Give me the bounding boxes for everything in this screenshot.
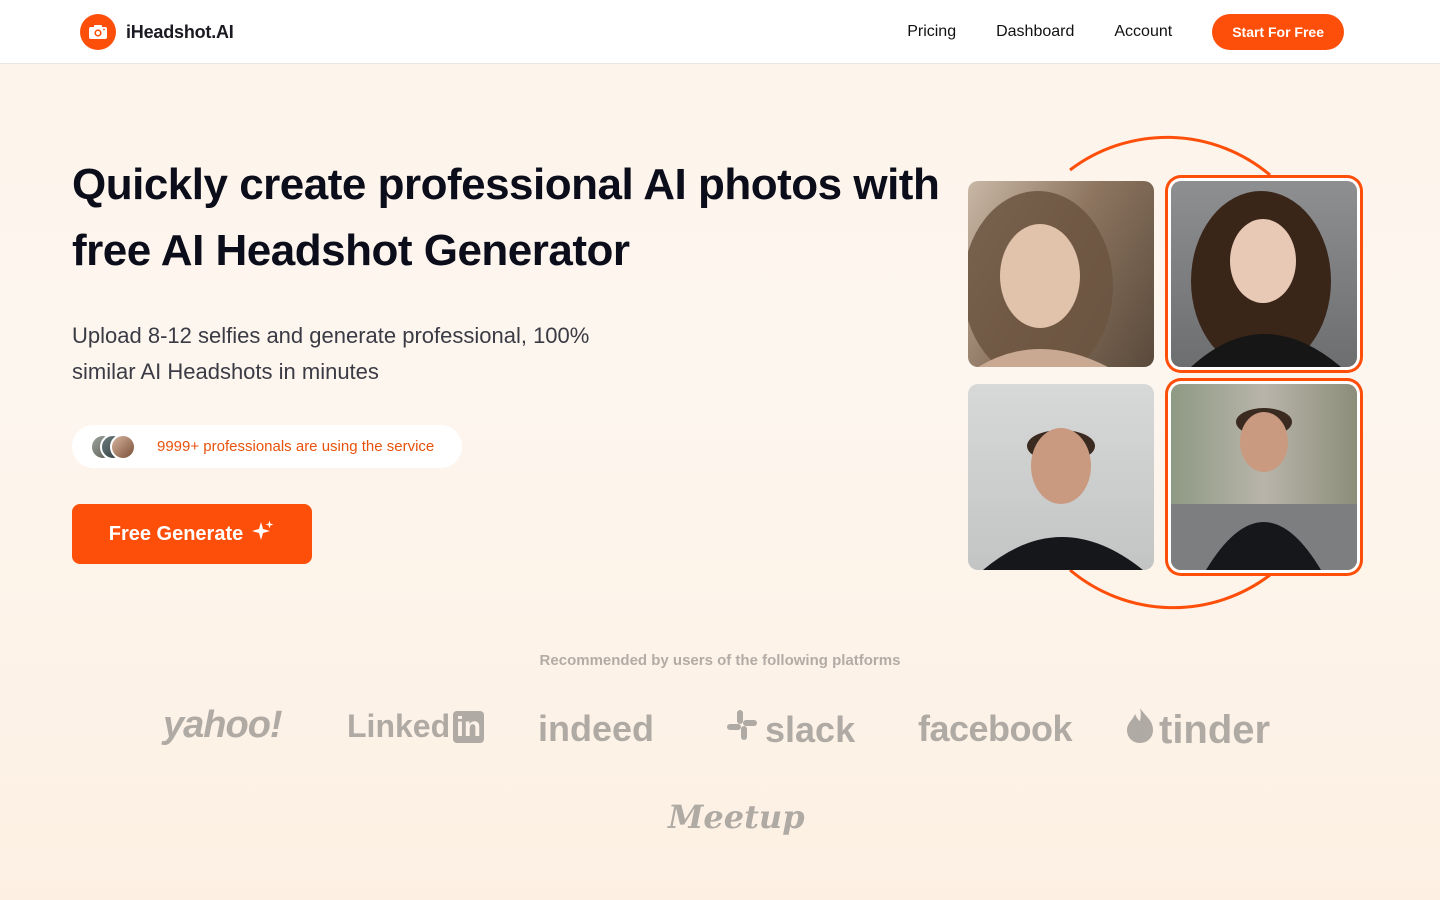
selfie-photo-man <box>968 384 1154 570</box>
facebook-logo: facebook <box>918 708 1073 750</box>
start-for-free-button[interactable]: Start For Free <box>1212 14 1344 50</box>
tinder-logo: tinder <box>1125 706 1270 754</box>
users-badge: 9999+ professionals are using the servic… <box>72 425 462 468</box>
nav-dashboard[interactable]: Dashboard <box>996 14 1074 50</box>
slack-logo-text: slack <box>765 708 856 750</box>
meetup-logo-text: Meetup <box>668 798 805 836</box>
yahoo-logo-text: yahoo! <box>163 704 283 746</box>
flame-icon <box>1125 706 1155 754</box>
headshot-photo-man[interactable] <box>1171 384 1357 570</box>
hero-subtitle: Upload 8-12 selfies and generate profess… <box>72 323 590 384</box>
headshot-gallery <box>960 130 1380 620</box>
meetup-logo: Meetup <box>668 798 805 836</box>
platforms-heading: Recommended by users of the following pl… <box>539 652 901 669</box>
headshot-photo-woman[interactable] <box>1171 181 1357 367</box>
indeed-logo-text: indeed <box>538 708 655 749</box>
yahoo-logo: yahoo! <box>163 704 283 747</box>
indeed-logo: indeed <box>538 708 654 750</box>
hero-title: Quickly create professional AI photos wi… <box>72 160 940 275</box>
header: iHeadshot.AI Pricing Dashboard Account S… <box>0 0 1440 64</box>
free-generate-label: Free Generate <box>108 522 244 545</box>
avatar <box>110 433 136 460</box>
logo[interactable]: iHeadshot.AI <box>80 14 234 50</box>
linkedin-logo-box: in <box>453 710 485 743</box>
nav-pricing[interactable]: Pricing <box>907 14 956 50</box>
camera-icon <box>80 14 116 50</box>
sparkle-icon <box>251 519 275 549</box>
user-avatars <box>90 433 150 461</box>
main-nav: Pricing Dashboard Account Start For Free <box>907 14 1344 50</box>
facebook-logo-text: facebook <box>918 708 1073 749</box>
logo-text: iHeadshot.AI <box>126 21 234 42</box>
slack-logo: slack <box>725 708 855 751</box>
users-count-text: 9999+ professionals are using the servic… <box>157 438 435 455</box>
linkedin-logo: Linked in <box>347 708 485 745</box>
tinder-logo-text: tinder <box>1159 707 1271 752</box>
linkedin-logo-text: Linked <box>347 708 451 744</box>
free-generate-button[interactable]: Free Generate <box>72 504 312 564</box>
selfie-photo-woman <box>968 181 1154 367</box>
slack-icon <box>725 708 759 751</box>
nav-account[interactable]: Account <box>1114 14 1172 50</box>
